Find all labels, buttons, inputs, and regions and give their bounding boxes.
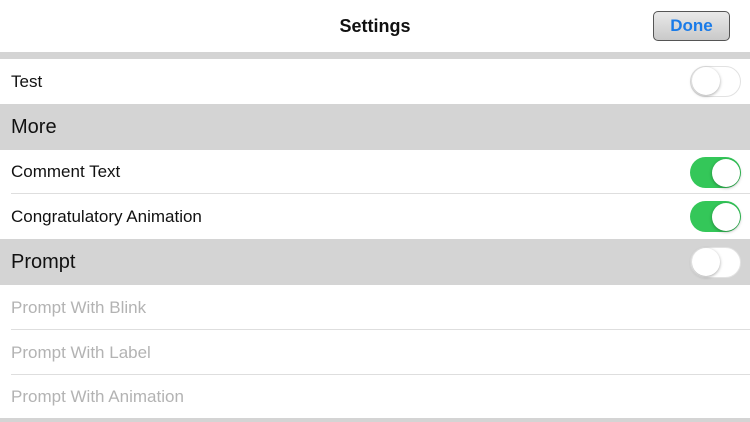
page-title: Settings [339,16,411,36]
settings-row-comment-text: Comment Text [0,150,750,194]
row-label-congratulatory-animation: Congratulatory Animation [11,206,202,226]
section-spacer [0,418,750,422]
row-label-test: Test [11,71,43,91]
congratulatory-animation-toggle[interactable] [690,201,741,232]
toggle-knob [712,158,740,187]
comment-text-toggle[interactable] [690,157,741,188]
row-label-prompt-with-animation: Prompt With Animation [11,386,184,406]
section-label-prompt: Prompt [11,250,76,273]
section-header-more: More [0,104,750,150]
settings-row-prompt-with-animation: Prompt With Animation [0,375,750,418]
toggle-knob [692,248,720,276]
section-spacer [0,52,750,59]
navigation-bar: Settings Done [0,0,750,52]
done-button[interactable]: Done [653,11,730,41]
toggle-knob [692,67,720,95]
section-label-more: More [11,115,57,138]
row-label-comment-text: Comment Text [11,162,121,181]
test-toggle[interactable] [690,66,741,97]
section-header-prompt: Prompt [0,239,750,285]
settings-row-congratulatory-animation: Congratulatory Animation [0,194,750,239]
row-label-prompt-with-blink: Prompt With Blink [11,297,147,317]
settings-row-test: Test [0,59,750,104]
toggle-knob [712,202,740,231]
settings-row-prompt-with-blink: Prompt With Blink [0,285,750,330]
row-label-prompt-with-label: Prompt With Label [11,342,151,362]
prompt-toggle[interactable] [690,247,741,278]
settings-row-prompt-with-label: Prompt With Label [0,330,750,375]
